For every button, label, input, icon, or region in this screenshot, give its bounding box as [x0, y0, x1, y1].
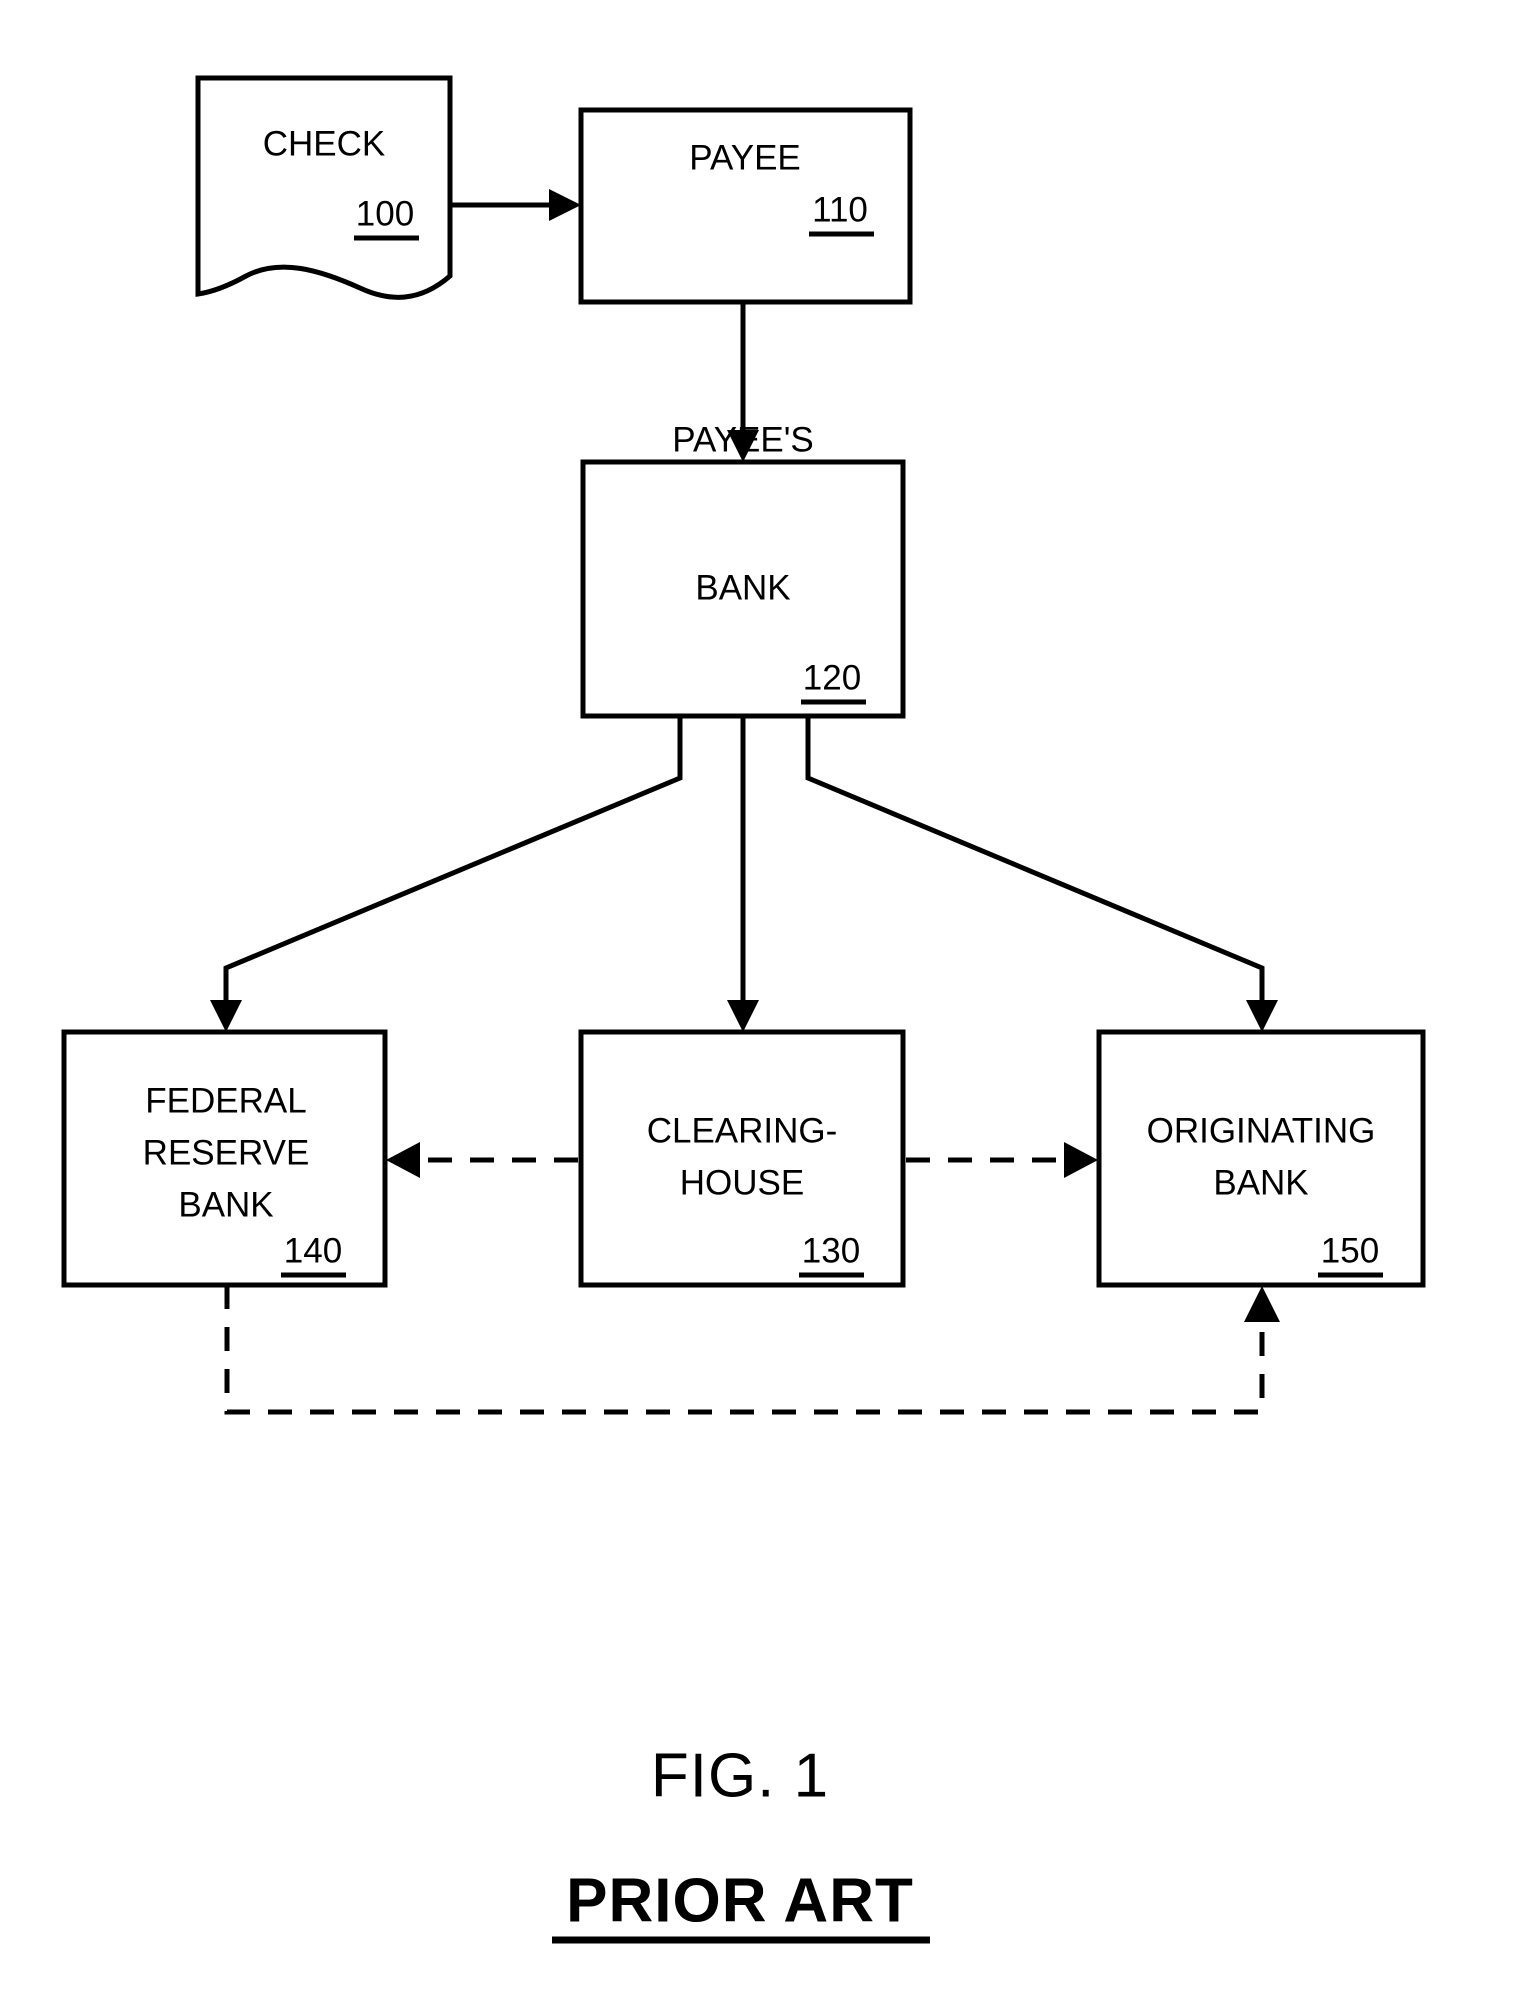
connector-clearinghouse-to-federal-reserve-bank-arrowhead	[386, 1142, 420, 1178]
figure-page: CHECK 100 PAYEE 110 PAYEE'S BANK 120 FED…	[0, 0, 1530, 2008]
node-payees-bank-ref: 120	[803, 658, 861, 697]
connector-payee-to-payees-bank	[727, 302, 759, 462]
connector-payees-bank-to-originating-bank-arrowhead	[1246, 1000, 1278, 1032]
connector-check-to-payee-arrowhead	[549, 189, 581, 221]
check-document-outline	[195, 75, 453, 300]
node-clearinghouse-ref: 130	[802, 1231, 860, 1270]
node-federal-reserve-bank-label-line-1: FEDERAL	[145, 1081, 306, 1120]
node-check-ref: 100	[356, 194, 414, 233]
connector-clearinghouse-to-federal-reserve-bank	[386, 1142, 578, 1178]
node-federal-reserve-bank-label-line-2: RESERVE	[143, 1133, 310, 1172]
node-clearinghouse-label-line-2: HOUSE	[680, 1163, 804, 1202]
node-check-label: CHECK	[263, 124, 386, 163]
connector-federal-reserve-bank-to-originating-bank	[224, 1285, 1280, 1415]
prior-art-flow-diagram: CHECK 100 PAYEE 110 PAYEE'S BANK 120 FED…	[61, 75, 1426, 1944]
figure-subtitle: PRIOR ART	[566, 1866, 914, 1935]
node-federal-reserve-bank: FEDERAL RESERVE BANK 140	[61, 1029, 388, 1288]
connector-payees-bank-to-federal-reserve-bank-line	[223, 716, 683, 1017]
node-federal-reserve-bank-label-line-3: BANK	[178, 1185, 273, 1224]
connector-payees-bank-to-originating-bank	[805, 716, 1278, 1032]
node-federal-reserve-bank-ref: 140	[284, 1231, 342, 1270]
connector-payees-bank-to-clearinghouse-arrowhead	[727, 1000, 759, 1032]
connector-payees-bank-to-federal-reserve-bank	[210, 716, 683, 1032]
node-originating-bank-ref: 150	[1321, 1231, 1379, 1270]
node-payees-bank-label-line-2: BANK	[695, 568, 790, 607]
node-payees-bank: PAYEE'S BANK 120	[580, 420, 906, 719]
connector-clearinghouse-to-originating-bank	[906, 1142, 1098, 1178]
connector-payees-bank-to-originating-bank-line	[805, 716, 1265, 1017]
node-payee-label: PAYEE	[689, 138, 801, 177]
figure-caption: FIG. 1 PRIOR ART	[552, 1741, 930, 1944]
connector-payees-bank-to-clearinghouse	[727, 716, 759, 1032]
connector-clearinghouse-to-originating-bank-arrowhead	[1064, 1142, 1098, 1178]
connector-payees-bank-to-federal-reserve-bank-arrowhead	[210, 1000, 242, 1032]
node-payee-ref: 110	[812, 190, 868, 229]
connector-federal-reserve-bank-to-originating-bank-line	[224, 1285, 1265, 1415]
node-payee: PAYEE 110	[578, 107, 913, 305]
node-check: CHECK 100	[195, 75, 453, 300]
connector-federal-reserve-bank-to-originating-bank-arrowhead	[1244, 1286, 1280, 1322]
connector-check-to-payee	[450, 189, 581, 221]
node-originating-bank-label-line-1: ORIGINATING	[1147, 1111, 1376, 1150]
figure-title: FIG. 1	[651, 1741, 829, 1810]
node-originating-bank: ORIGINATING BANK 150	[1096, 1029, 1426, 1288]
node-clearinghouse-label-line-1: CLEARING-	[647, 1111, 838, 1150]
node-clearinghouse: CLEARING- HOUSE 130	[578, 1029, 906, 1288]
node-originating-bank-label-line-2: BANK	[1213, 1163, 1308, 1202]
